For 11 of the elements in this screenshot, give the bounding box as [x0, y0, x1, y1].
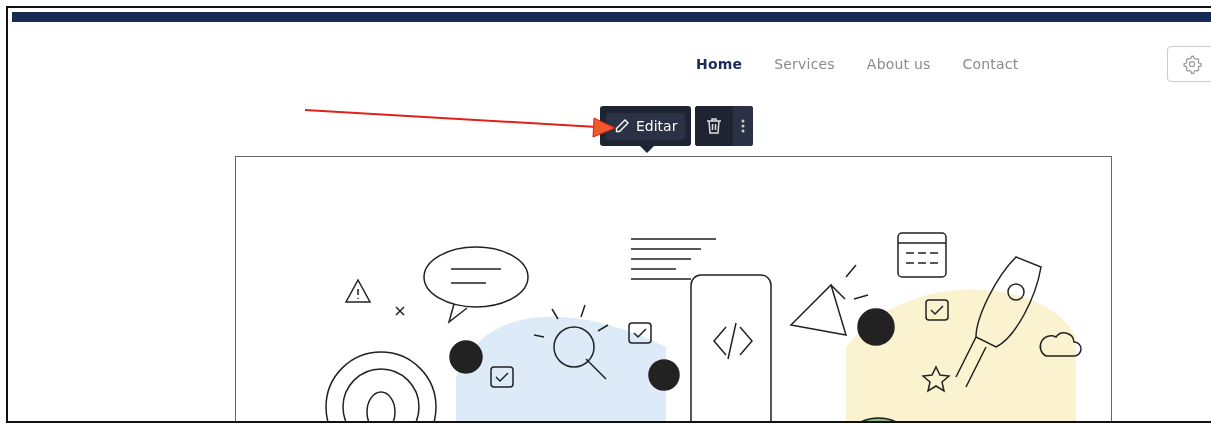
trash-icon — [706, 117, 723, 135]
pencil-icon — [614, 118, 630, 134]
nav-link[interactable]: Contact — [946, 53, 1035, 75]
nav-link[interactable]: Services — [758, 53, 851, 75]
more-options-button[interactable] — [733, 106, 754, 146]
nav-link[interactable]: Home — [680, 53, 759, 75]
edit-button[interactable]: Editar — [606, 112, 686, 140]
settings-button[interactable] — [1167, 46, 1211, 82]
vertical-dots-icon — [741, 119, 746, 133]
nav-link[interactable]: About us — [850, 53, 947, 75]
settings-icon — [1182, 54, 1202, 74]
